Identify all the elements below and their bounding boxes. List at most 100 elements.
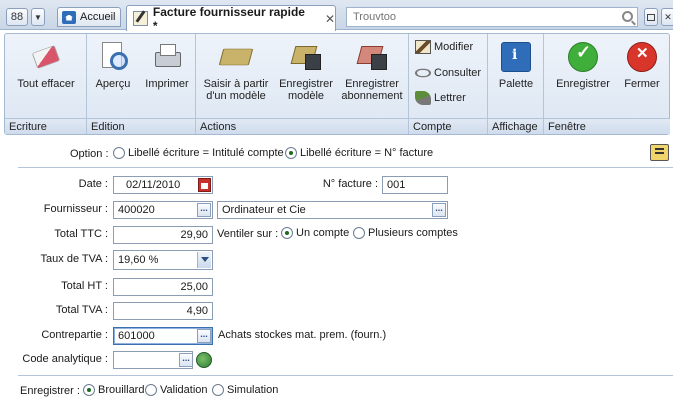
ribbon-group-affichage: Palette Affichage (488, 34, 544, 134)
invoice-number-label: N° facture : (322, 178, 378, 190)
tab-list-dropdown[interactable]: ▼ (31, 8, 45, 26)
total-ht-value: 25,00 (180, 281, 208, 293)
grid-icon: 88 (10, 11, 24, 23)
radio-icon (285, 147, 297, 159)
total-ht-label: Total HT : (61, 280, 108, 292)
edit-icon (415, 40, 431, 54)
save-label: Enregistrer (556, 78, 610, 90)
clear-all-button[interactable]: Tout effacer (11, 38, 81, 90)
option-radio-invoice-number[interactable]: Libellé écriture = N° facture (285, 147, 433, 159)
supplier-label: Fournisseur : (43, 203, 108, 215)
supplier-name-value: Ordinateur et Cie (222, 204, 306, 216)
tab-supplier-invoice-label: Facture fournisseur rapide * (152, 4, 305, 33)
letter-account-button[interactable]: Lettrer (415, 91, 466, 105)
save-mode-radio-brouillard[interactable]: Brouillard (83, 384, 144, 396)
ribbon: Tout effacer Ecriture Aperçu Imprimer Ed… (4, 33, 670, 135)
total-ttc-label: Total TTC : (54, 228, 108, 240)
view-account-button[interactable]: Consulter (415, 66, 481, 80)
restore-window-button[interactable] (644, 8, 658, 26)
radio-icon (83, 384, 95, 396)
ribbon-group-compte: Modifier Consulter Lettrer Compte (409, 34, 488, 134)
ribbon-group-actions: Saisir à partir d'un modèle Enregistrer … (196, 34, 409, 134)
view-icon (415, 68, 431, 78)
analytic-code-field[interactable]: ... (113, 351, 193, 369)
search-input[interactable] (347, 8, 597, 26)
close-button[interactable]: Fermer (620, 38, 664, 90)
vat-rate-select[interactable]: 19,60 % (113, 250, 213, 270)
print-label: Imprimer (145, 78, 189, 90)
date-value: 02/11/2010 (126, 179, 181, 191)
ventiler-radio-single-account-label: Un compte (296, 227, 350, 239)
palette-label: Palette (498, 78, 534, 90)
modify-account-label: Modifier (434, 41, 474, 53)
save-mode-label: Enregistrer : (20, 385, 80, 397)
ribbon-group-fenetre: Enregistrer Fermer Fenêtre (544, 34, 670, 134)
radio-icon (281, 227, 293, 239)
total-tva-field[interactable]: 4,90 (113, 302, 213, 320)
preview-button[interactable]: Aperçu (91, 38, 135, 90)
option-radio-account-title[interactable]: Libellé écriture = Intitulé compte (113, 147, 284, 159)
date-field[interactable]: 02/11/2010 (113, 176, 213, 194)
ventiler-radio-multiple-accounts[interactable]: Plusieurs comptes (353, 227, 458, 239)
close-icon: ✕ (664, 11, 672, 22)
supplier-name-field[interactable]: Ordinateur et Cie ... (217, 201, 448, 219)
total-ht-field[interactable]: 25,00 (113, 278, 213, 296)
app-grid-button[interactable]: 88 (6, 8, 28, 26)
ribbon-group-label: Affichage (488, 118, 543, 134)
total-tva-value: 4,90 (186, 305, 208, 317)
chevron-down-icon[interactable] (197, 252, 211, 268)
close-label: Fermer (624, 78, 660, 90)
ribbon-group-label: Compte (409, 118, 487, 134)
preview-label: Aperçu (95, 78, 131, 90)
save-mode-radio-simulation[interactable]: Simulation (212, 384, 278, 396)
eraser-icon (31, 45, 61, 69)
option-radio-account-title-label: Libellé écriture = Intitulé compte (128, 147, 284, 159)
search-icon[interactable] (622, 11, 633, 22)
save-mode-radio-validation[interactable]: Validation (145, 384, 208, 396)
modify-account-button[interactable]: Modifier (415, 40, 473, 54)
option-label: Option : (70, 148, 109, 160)
analytic-code-lookup-button[interactable]: ... (179, 353, 192, 367)
save-model-label-2: modèle (287, 90, 325, 102)
save-subscription-button[interactable]: Enregistrer abonnement (339, 38, 405, 102)
radio-icon (212, 384, 224, 396)
notes-icon[interactable] (650, 144, 669, 161)
option-radio-invoice-number-label: Libellé écriture = N° facture (300, 147, 434, 159)
search-box (346, 7, 638, 27)
save-model-button[interactable]: Enregistrer modèle (276, 38, 336, 102)
palette-icon (501, 42, 531, 72)
supplier-name-lookup-button[interactable]: ... (432, 203, 446, 217)
invoice-number-field[interactable]: 001 (382, 176, 448, 194)
print-button[interactable]: Imprimer (142, 38, 192, 90)
tab-home-label: Accueil (80, 11, 116, 23)
analytic-distribution-icon[interactable] (196, 352, 212, 368)
tab-home[interactable]: Accueil (57, 7, 121, 27)
letter-icon (415, 91, 431, 105)
counterpart-value: 601000 (118, 330, 155, 342)
palette-button[interactable]: Palette (492, 38, 540, 90)
counterpart-field[interactable]: 601000 ... (113, 327, 213, 345)
input-from-model-button[interactable]: Saisir à partir d'un modèle (198, 38, 274, 102)
supplier-code-field[interactable]: 400020 ... (113, 201, 213, 219)
close-tab-icon[interactable]: ✕ (325, 12, 335, 26)
close-window-button[interactable]: ✕ (661, 8, 673, 26)
supplier-code-lookup-button[interactable]: ... (197, 203, 211, 217)
tab-supplier-invoice[interactable]: Facture fournisseur rapide * ✕ (126, 4, 336, 33)
invoice-form: Option : Libellé écriture = Intitulé com… (0, 140, 673, 400)
ventiler-radio-multiple-accounts-label: Plusieurs comptes (368, 227, 458, 239)
analytic-code-label: Code analytique : (22, 353, 108, 365)
ventiler-radio-single-account[interactable]: Un compte (281, 227, 349, 239)
save-button[interactable]: Enregistrer (548, 38, 618, 90)
counterpart-description: Achats stockes mat. prem. (fourn.) (218, 329, 387, 341)
save-model-icon (291, 42, 321, 72)
ribbon-group-label: Fenêtre (544, 118, 670, 134)
counterpart-lookup-button[interactable]: ... (197, 329, 211, 343)
book-icon (218, 48, 254, 66)
total-tva-label: Total TVA : (55, 304, 108, 316)
restore-icon (647, 13, 655, 21)
counterpart-label: Contrepartie : (41, 329, 108, 341)
radio-icon (145, 384, 157, 396)
save-model-label-1: Enregistrer (279, 78, 333, 90)
total-ttc-field[interactable]: 29,90 (113, 226, 213, 244)
calendar-icon[interactable] (198, 178, 211, 192)
